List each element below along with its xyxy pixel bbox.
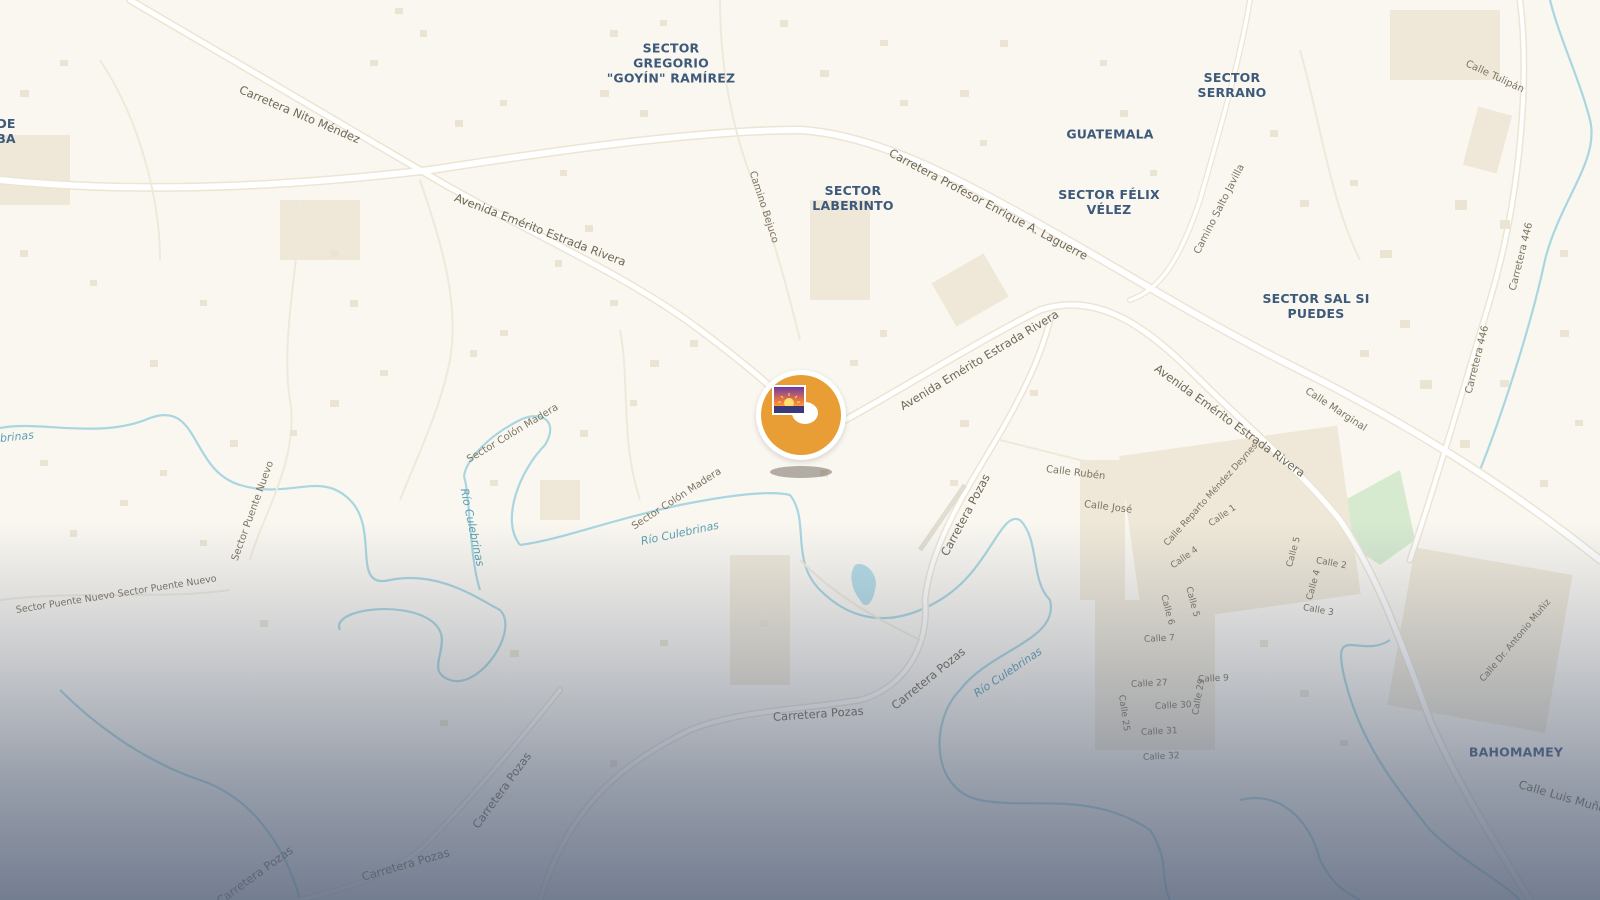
place-label-sector-felix-velez: SECTOR FÉLIX VÉLEZ (1058, 187, 1160, 217)
map-view[interactable]: DE BA SECTOR GREGORIO "GOYÍN" RAMÍREZ SE… (0, 0, 1600, 900)
place-label-sector-sal-si-puedes: SECTOR SAL SI PUEDES (1262, 291, 1370, 321)
sunset-photo-icon (772, 385, 806, 415)
road-label-calle-32: Calle 32 (1142, 751, 1180, 763)
place-label-sector-serrano: SECTOR SERRANO (1197, 70, 1267, 100)
road-label-calle-7: Calle 7 (1143, 633, 1176, 645)
road-label-calle-30: Calle 30 (1154, 700, 1192, 712)
place-label-sector-laberinto: SECTOR LABERINTO (812, 183, 894, 213)
road-label-calle-31: Calle 31 (1140, 726, 1178, 738)
photo-location-marker[interactable] (756, 370, 846, 460)
place-label-sector-gregorio: SECTOR GREGORIO "GOYÍN" RAMÍREZ (606, 40, 736, 86)
place-label-guatemala: GUATEMALA (1066, 126, 1154, 142)
marker-shadow (770, 466, 832, 478)
road-label-calle-27: Calle 27 (1130, 678, 1168, 690)
place-label-bahomamey: BAHOMAMEY (1468, 744, 1564, 760)
place-label-de-ba: DE BA (0, 116, 16, 146)
